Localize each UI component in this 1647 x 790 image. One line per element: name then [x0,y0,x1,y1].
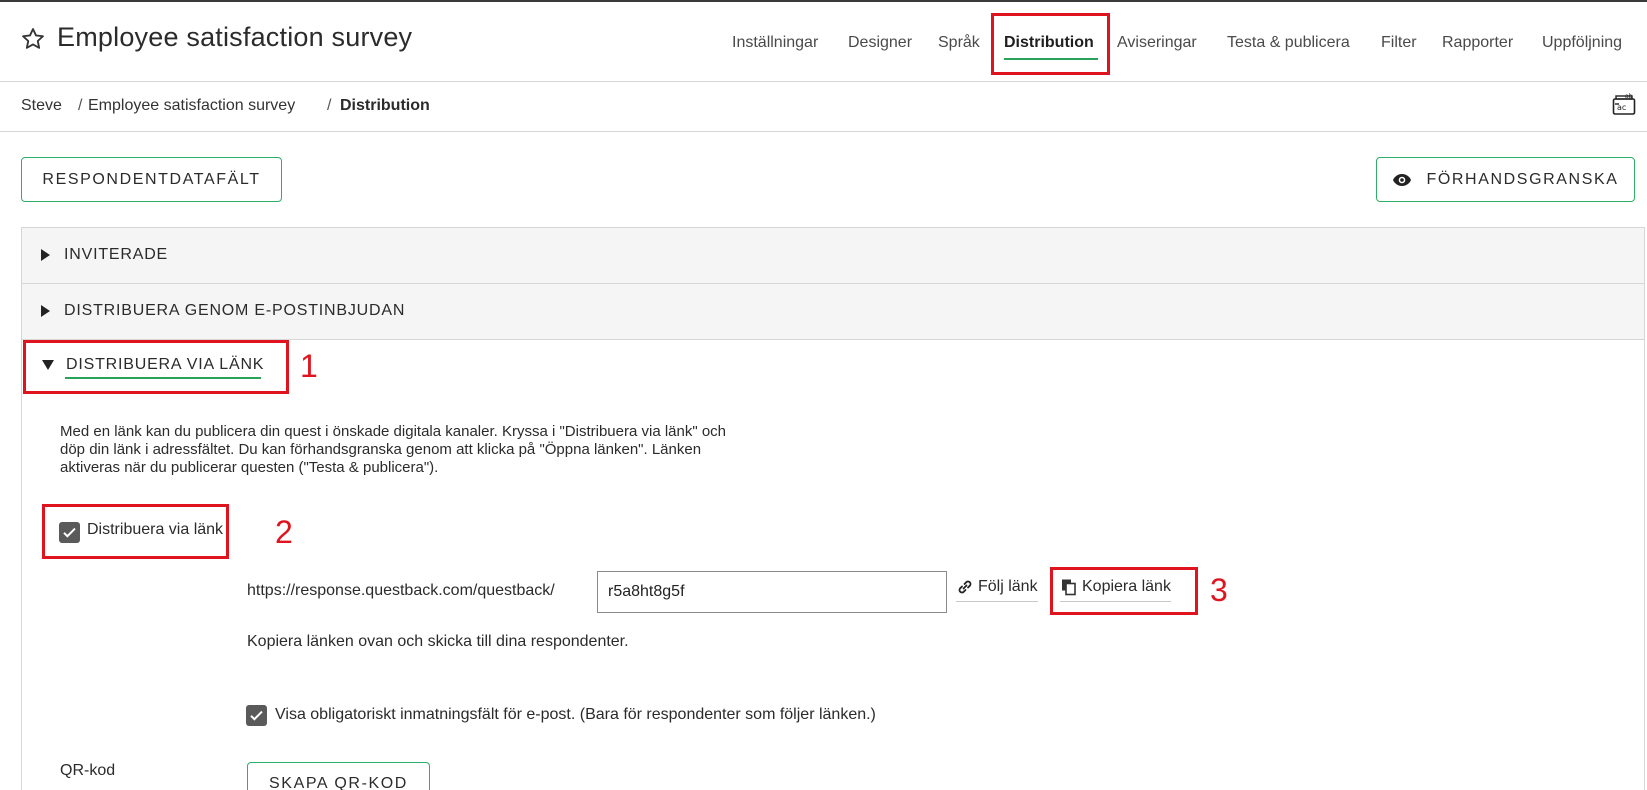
create-qr-code-button[interactable]: SKAPA QR-KOD [247,762,430,790]
highlight-via-link-header [23,340,289,394]
tab-testa-publicera[interactable]: Testa & publicera [1227,34,1350,52]
breadcrumb-item-steve[interactable]: Steve [21,97,62,115]
via-link-description: Med en länk kan du publicera din quest i… [60,423,860,477]
respondent-fields-button[interactable]: RESPONDENTDATAFÄLT [21,157,282,202]
accordion-email-invite-label: DISTRIBUERA GENOM E-POSTINBJUDAN [64,302,406,319]
highlight-distribute-checkbox [42,504,229,559]
url-prefix: https://response.questback.com/questback… [247,582,555,599]
annotation-marker-1: 1 [300,348,318,384]
translate-icon[interactable]: ab ac [1612,92,1636,116]
page-title: Employee satisfaction survey [57,22,413,52]
page-header: Employee satisfaction survey Inställning… [0,2,1647,82]
email-mandatory-checkbox[interactable] [246,705,267,726]
qr-code-label: QR-kod [60,762,116,779]
annotation-marker-2: 2 [275,514,293,550]
annotation-marker-3: 3 [1210,572,1228,608]
copy-link-hint: Kopiera länken ovan och skicka till dina… [247,633,629,650]
accordion-invited-label: INVITERADE [64,246,169,263]
tab-installningar[interactable]: Inställningar [732,34,818,52]
tab-filter[interactable]: Filter [1381,34,1417,52]
description-line: Med en länk kan du publicera din quest i… [60,423,727,440]
caret-right-icon [41,305,50,317]
breadcrumb-separator: / [327,97,332,114]
create-qr-code-label: SKAPA QR-KOD [269,775,408,790]
breadcrumb: Steve / Employee satisfaction survey / D… [0,83,1647,132]
breadcrumb-separator: / [78,97,83,114]
eye-icon [1392,173,1412,187]
respondent-fields-label: RESPONDENTDATAFÄLT [42,170,261,188]
accordion-invited[interactable]: INVITERADE [22,228,1644,284]
follow-link-underline [956,601,1038,602]
description-line: döp din länk i adressfältet. Du kan förh… [60,441,702,458]
description-line: aktiveras när du publicerar questen ("Te… [60,459,439,476]
follow-link-button[interactable]: Följ länk [956,578,1038,602]
link-icon [956,578,974,596]
link-slug-input[interactable] [597,571,947,613]
follow-link-label: Följ länk [978,578,1038,595]
tab-sprak[interactable]: Språk [938,34,980,52]
tab-designer[interactable]: Designer [848,34,912,52]
accordion-email-invite[interactable]: DISTRIBUERA GENOM E-POSTINBJUDAN [22,284,1644,340]
breadcrumb-item-current: Distribution [340,97,430,114]
breadcrumb-item-survey[interactable]: Employee satisfaction survey [88,97,295,115]
highlight-copy-link [1050,567,1198,615]
preview-label: FÖRHANDSGRANSKA [1426,170,1619,188]
preview-button[interactable]: FÖRHANDSGRANSKA [1376,157,1635,202]
tab-rapporter[interactable]: Rapporter [1442,34,1513,52]
email-mandatory-label[interactable]: Visa obligatoriskt inmatningsfält för e-… [275,706,876,724]
svg-text:ab: ab [1625,93,1633,100]
tab-aviseringar[interactable]: Aviseringar [1117,34,1197,52]
star-icon[interactable] [20,26,46,52]
highlight-distribution-tab [991,13,1110,75]
tab-uppfoljning[interactable]: Uppföljning [1542,34,1622,52]
caret-right-icon [41,249,50,261]
